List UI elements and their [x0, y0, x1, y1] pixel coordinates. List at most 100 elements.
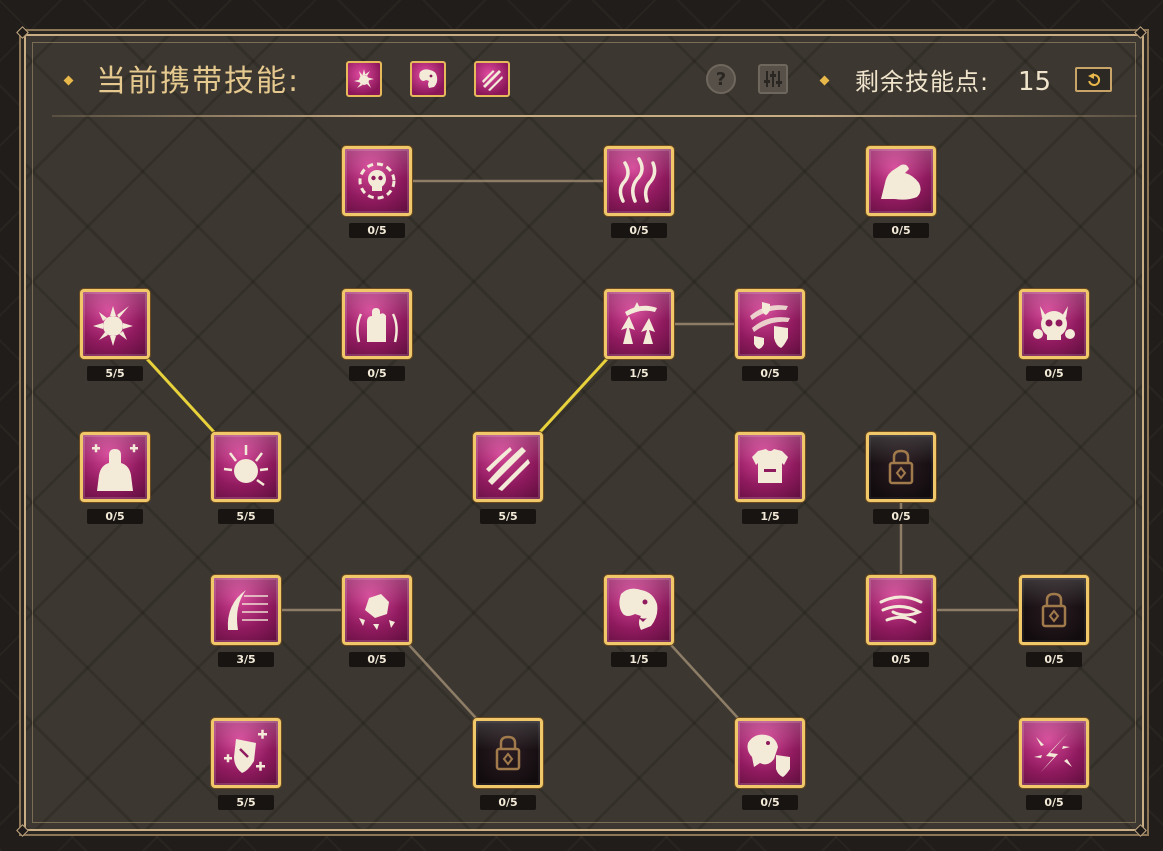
skill-level-label: 0/5 — [349, 652, 405, 667]
skill-node[interactable]: 0/5 — [1019, 718, 1089, 810]
lock-icon — [888, 449, 914, 485]
rock-shatter-icon — [359, 594, 395, 630]
skill-node[interactable]: 0/5 — [342, 146, 412, 238]
skill-level-label: 0/5 — [1026, 795, 1082, 810]
reset-icon — [1087, 72, 1100, 86]
skill-level-label: 5/5 — [218, 509, 274, 524]
skill-level-label: 5/5 — [480, 509, 536, 524]
skill-level-label: 3/5 — [218, 652, 274, 667]
skill-tile[interactable] — [211, 575, 281, 645]
skill-tile[interactable] — [342, 575, 412, 645]
skill-level-label: 5/5 — [218, 795, 274, 810]
skill-tile[interactable] — [211, 432, 281, 502]
locked-skill-node[interactable]: 0/5 — [473, 718, 543, 810]
skill-tile[interactable] — [866, 575, 936, 645]
shield-plus-icon — [224, 729, 267, 773]
sunburst-icon — [223, 445, 269, 487]
reset-button[interactable] — [1075, 67, 1112, 92]
skill-node[interactable]: 1/5 — [604, 575, 674, 667]
remaining-points-label: 剩余技能点: — [855, 68, 990, 96]
skill-node[interactable]: 5/5 — [473, 432, 543, 524]
skill-node[interactable]: 0/5 — [735, 718, 805, 810]
skill-level-label: 0/5 — [349, 366, 405, 381]
skill-tile[interactable] — [604, 575, 674, 645]
skill-node[interactable]: 5/5 — [80, 289, 150, 381]
skill-node[interactable]: 0/5 — [604, 146, 674, 238]
skill-tile[interactable] — [342, 146, 412, 216]
skill-tile[interactable] — [1019, 718, 1089, 788]
skill-tile[interactable] — [866, 432, 936, 502]
crescent-slash-icon — [227, 590, 268, 630]
header-divider — [52, 115, 1137, 117]
skill-tile[interactable] — [735, 718, 805, 788]
skill-level-label: 0/5 — [1026, 652, 1082, 667]
spiked-burst-icon — [354, 69, 374, 88]
question-mark-icon: ? — [715, 68, 727, 90]
skill-tile[interactable] — [80, 432, 150, 502]
skill-tile[interactable] — [473, 718, 543, 788]
muscle-arm-icon — [881, 164, 921, 200]
whirlwind-icon — [879, 595, 923, 624]
skill-level-label: 0/5 — [873, 509, 929, 524]
skill-tile[interactable] — [866, 146, 936, 216]
skill-tile[interactable] — [80, 289, 150, 359]
demon-skull-icon — [1033, 306, 1075, 340]
flames-icon — [618, 157, 657, 203]
skill-node[interactable]: 5/5 — [211, 718, 281, 810]
skill-tile[interactable] — [1019, 289, 1089, 359]
carried-skill-slot-1[interactable] — [346, 61, 382, 97]
lock-icon — [495, 735, 521, 771]
skill-panel — [24, 34, 1144, 831]
skill-tile[interactable] — [473, 432, 543, 502]
skill-node[interactable]: 0/5 — [342, 289, 412, 381]
skill-node[interactable]: 0/5 — [1019, 289, 1089, 381]
skill-node[interactable]: 5/5 — [211, 432, 281, 524]
skill-node[interactable]: 0/5 — [866, 575, 936, 667]
skill-level-label: 0/5 — [1026, 366, 1082, 381]
skill-level-label: 0/5 — [480, 795, 536, 810]
skill-node[interactable]: 0/5 — [80, 432, 150, 524]
skill-tile[interactable] — [735, 289, 805, 359]
skill-level-label: 1/5 — [611, 366, 667, 381]
heal-brute-icon — [92, 444, 138, 491]
poison-skull-icon — [358, 162, 396, 200]
skill-node[interactable]: 0/5 — [866, 146, 936, 238]
skill-level-label: 1/5 — [611, 652, 667, 667]
skill-tile[interactable] — [211, 718, 281, 788]
skill-tile[interactable] — [604, 146, 674, 216]
locked-skill-node[interactable]: 0/5 — [866, 432, 936, 524]
wolf-shield-icon — [747, 734, 790, 777]
skill-level-label: 1/5 — [742, 509, 798, 524]
skill-node[interactable]: 3/5 — [211, 575, 281, 667]
locked-skill-node[interactable]: 0/5 — [1019, 575, 1089, 667]
burning-fist-icon — [356, 308, 398, 343]
spiked-mace-icon — [93, 306, 133, 346]
skill-level-label: 0/5 — [742, 795, 798, 810]
skill-level-label: 0/5 — [611, 223, 667, 238]
skill-level-label: 0/5 — [349, 223, 405, 238]
skill-tile[interactable] — [1019, 575, 1089, 645]
skill-node[interactable]: 0/5 — [735, 289, 805, 381]
skill-level-label: 5/5 — [87, 366, 143, 381]
skill-tile[interactable] — [604, 289, 674, 359]
triple-claw-icon — [486, 447, 530, 491]
lion-head-icon — [419, 69, 438, 88]
carried-skill-slot-3[interactable] — [474, 61, 510, 97]
skill-tile[interactable] — [342, 289, 412, 359]
skill-level-label: 0/5 — [873, 652, 929, 667]
help-button[interactable]: ? — [706, 64, 736, 94]
skill-node[interactable]: 0/5 — [342, 575, 412, 667]
skill-node[interactable]: 1/5 — [604, 289, 674, 381]
armor-icon — [752, 449, 788, 483]
carried-skill-slot-2[interactable] — [410, 61, 446, 97]
shield-slash-icon — [750, 302, 790, 349]
arrow-up-slash-icon — [621, 302, 657, 344]
lock-icon — [1041, 592, 1067, 628]
lightning-strike-icon — [1034, 733, 1072, 773]
skill-level-label: 0/5 — [87, 509, 143, 524]
skill-level-label: 0/5 — [873, 223, 929, 238]
settings-button[interactable] — [758, 64, 788, 94]
skill-node[interactable]: 1/5 — [735, 432, 805, 524]
skill-tile[interactable] — [735, 432, 805, 502]
claw-slash-icon — [482, 70, 503, 91]
